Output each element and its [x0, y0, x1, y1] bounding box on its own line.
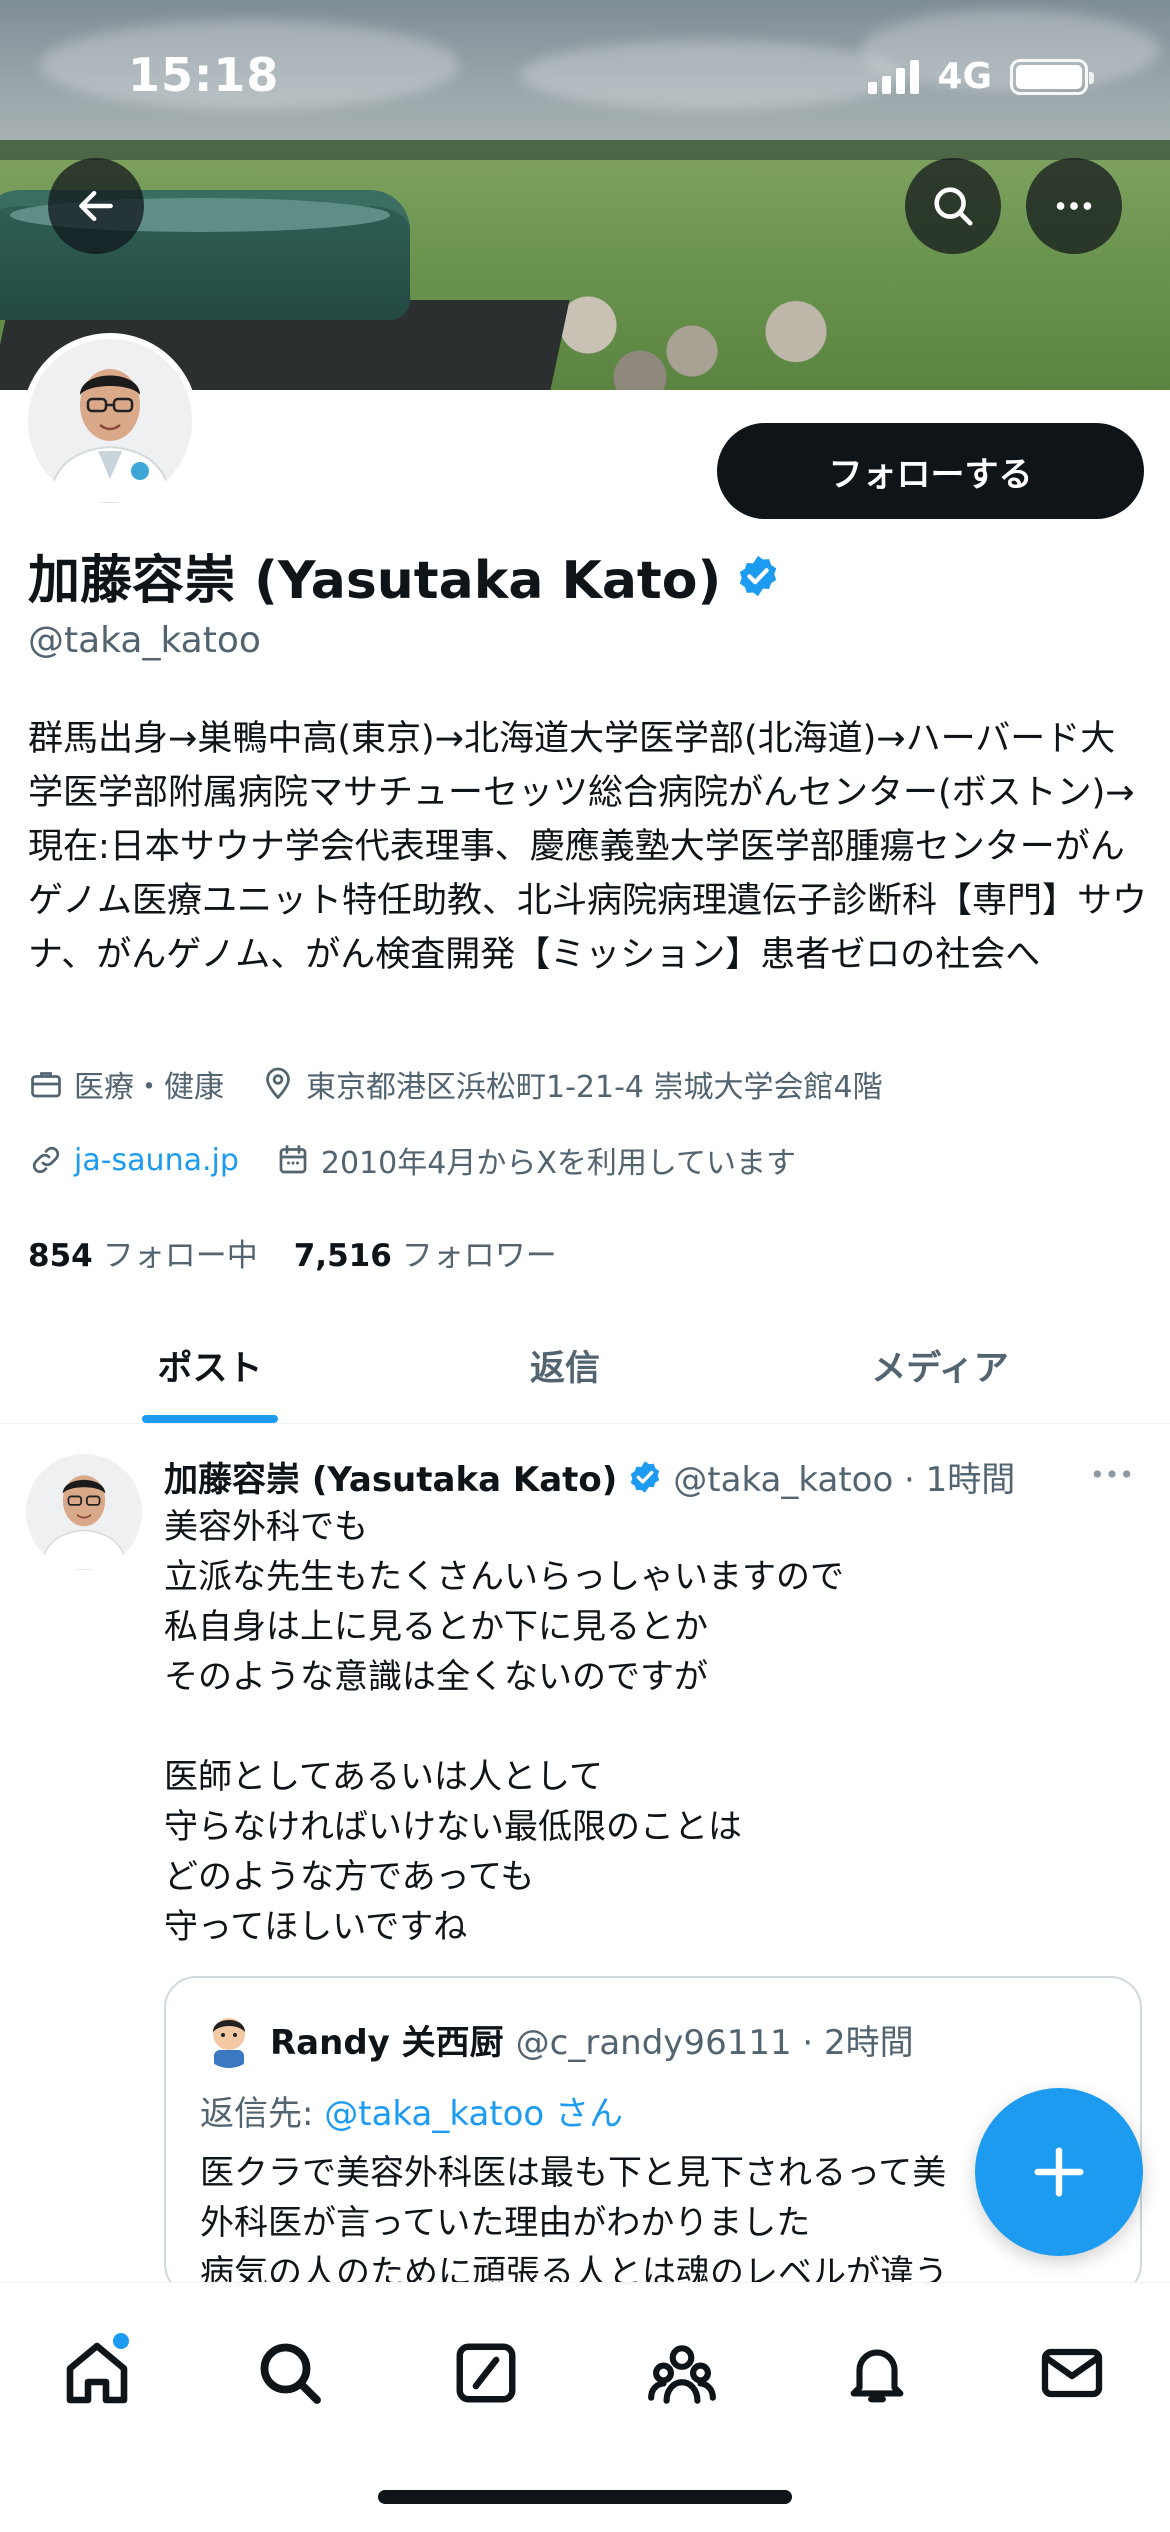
website-link[interactable]: ja-sauna.jp	[74, 1143, 239, 1178]
tab-media[interactable]: メディア	[710, 1308, 1170, 1423]
profile-handle: @taka_katoo	[28, 620, 261, 661]
verified-badge-icon[interactable]	[735, 553, 781, 599]
search-icon	[934, 187, 973, 226]
status-time: 15:18	[128, 48, 280, 102]
joined-item: 2010年4月からXを利用しています	[275, 1138, 796, 1182]
search-button[interactable]	[905, 158, 1001, 254]
profile-tabs: ポスト 返信 メディア	[0, 1308, 1170, 1424]
category-label: 医療・健康	[74, 1070, 224, 1105]
status-icons: 4G	[868, 56, 1094, 97]
calendar-icon	[279, 1145, 307, 1174]
followers-count: 7,516	[293, 1238, 392, 1274]
mail-icon	[1041, 2348, 1103, 2398]
profile-bio: 群馬出身→巣鴨中高(東京)→北海道大学医学部(北海道)→ハーバード大学医学部附属…	[28, 719, 1147, 975]
nav-messages[interactable]	[1022, 2323, 1122, 2423]
bell-icon	[850, 2349, 904, 2403]
tab-media-label: メディア	[871, 1349, 1009, 1389]
avatar-image	[28, 339, 192, 503]
search-icon	[260, 2343, 321, 2404]
home-indicator[interactable]	[378, 2490, 792, 2504]
website-item[interactable]: ja-sauna.jp	[28, 1142, 239, 1178]
tab-replies[interactable]: 返信	[420, 1308, 710, 1423]
reply-to-mention[interactable]: @taka_katoo	[324, 2094, 544, 2134]
battery-icon	[1010, 58, 1094, 95]
nav-communities[interactable]	[632, 2323, 732, 2423]
active-tab-indicator	[142, 1415, 278, 1423]
network-label: 4G	[937, 56, 992, 97]
profile-meta-row-2: ja-sauna.jp 2010年4月からXを利用しています	[28, 1138, 796, 1182]
verified-badge-icon	[631, 1460, 660, 1493]
nav-search[interactable]	[240, 2323, 340, 2423]
tab-posts[interactable]: ポスト	[0, 1308, 420, 1423]
avatar-image	[200, 2010, 258, 2068]
following-label: フォロー中	[102, 1238, 258, 1274]
post-header: 加藤容崇 (Yasutaka Kato) @taka_katoo · 1時間	[164, 1452, 1015, 1501]
following-count: 854	[28, 1238, 93, 1274]
quoted-post-header: Randy 关西厨 @c_randy96111 · 2時間	[200, 2010, 914, 2068]
more-icon	[1093, 1470, 1131, 1478]
quoted-author-avatar	[200, 2010, 258, 2068]
back-arrow-icon	[79, 190, 113, 222]
reply-to-prefix: 返信先:	[200, 2094, 325, 2134]
joined-label: 2010年4月からXを利用しています	[320, 1146, 796, 1181]
profile-page: 15:18 4G フォローする 加藤容崇 (Yasutaka Kato) @ta…	[0, 0, 1170, 2532]
profile-meta-row: 医療・健康 東京都港区浜松町1-21-4 崇城大学会館4階	[28, 1062, 883, 1106]
avatar-image	[26, 1454, 142, 1570]
post-author-avatar[interactable]	[26, 1454, 142, 1570]
quoted-post-meta: @c_randy96111 · 2時間	[515, 2022, 914, 2063]
briefcase-icon	[31, 1072, 61, 1098]
post-text: 美容外科でも 立派な先生もたくさんいらっしゃいますので 私自身は上に見るとか下に…	[164, 1507, 844, 1947]
profile-name-row: 加藤容崇 (Yasutaka Kato)	[28, 538, 781, 613]
more-icon	[1056, 202, 1092, 210]
nav-notifications[interactable]	[827, 2323, 927, 2423]
tab-replies-label: 返信	[529, 1349, 600, 1389]
followers-stat[interactable]: 7,516 フォロワー	[294, 1230, 557, 1275]
category-item: 医療・健康	[28, 1062, 224, 1106]
plus-icon	[1034, 2147, 1084, 2197]
reply-to-line: 返信先: @taka_katoo さん	[200, 2086, 623, 2135]
following-stat[interactable]: 854 フォロー中	[28, 1230, 258, 1275]
nav-grok[interactable]	[436, 2323, 536, 2423]
compose-icon	[456, 2343, 516, 2403]
notification-dot	[113, 2333, 129, 2349]
followers-label: フォロワー	[401, 1238, 557, 1274]
follow-stats: 854 フォロー中 7,516 フォロワー	[28, 1230, 557, 1275]
location-label: 東京都港区浜松町1-21-4 崇城大学会館4階	[306, 1070, 883, 1105]
more-options-button[interactable]	[1026, 158, 1122, 254]
post-more-button[interactable]	[1090, 1464, 1134, 1488]
communities-icon	[648, 2345, 716, 2404]
compose-fab-button[interactable]	[975, 2088, 1143, 2256]
tab-posts-label: ポスト	[157, 1349, 263, 1389]
back-button[interactable]	[48, 158, 144, 254]
signal-icon	[868, 59, 920, 94]
location-item: 東京都港区浜松町1-21-4 崇城大学会館4階	[260, 1062, 883, 1106]
link-icon	[32, 1146, 60, 1174]
profile-avatar[interactable]	[22, 333, 198, 509]
reply-to-suffix: さん	[544, 2094, 624, 2134]
follow-button[interactable]: フォローする	[717, 423, 1144, 519]
location-pin-icon	[266, 1067, 290, 1100]
post-meta: @taka_katoo · 1時間	[673, 1460, 1016, 1500]
profile-name: 加藤容崇 (Yasutaka Kato)	[28, 551, 722, 611]
post-author-name[interactable]: 加藤容崇 (Yasutaka Kato)	[164, 1452, 617, 1501]
nav-home[interactable]	[47, 2323, 147, 2423]
quoted-author-name: Randy 关西厨	[270, 2022, 504, 2063]
